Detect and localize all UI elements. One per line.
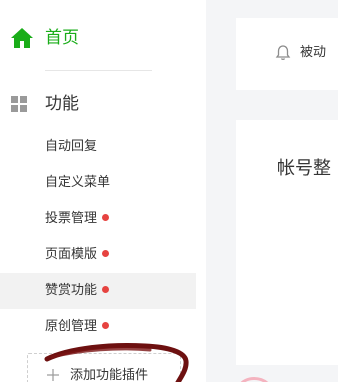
sidebar-item-label: 原创管理 <box>45 319 98 334</box>
sidebar-item-label-wrap: 页面模版 <box>45 246 110 264</box>
home-icon <box>11 28 33 48</box>
sidebar-divider <box>45 70 152 71</box>
sidebar-item-label: 自定义菜单 <box>45 175 111 190</box>
notice-text: 被动 <box>300 45 327 60</box>
new-badge-dot <box>102 322 110 329</box>
grid-icon <box>11 96 27 112</box>
new-badge-dot <box>102 250 110 257</box>
decorative-arc <box>240 377 269 382</box>
sidebar-item-label: 自动回复 <box>45 139 98 154</box>
new-badge-dot <box>102 214 110 221</box>
sidebar-item-appreciation[interactable]: 赞赏功能 <box>0 273 196 309</box>
sidebar-item-vote-management[interactable]: 投票管理 <box>0 201 196 237</box>
sidebar-item-auto-reply[interactable]: 自动回复 <box>0 129 196 165</box>
main-card-title: 帐号整 <box>277 158 331 179</box>
sidebar-item-label-wrap: 投票管理 <box>45 210 110 228</box>
sidebar-item-original-management[interactable]: 原创管理 <box>0 309 196 345</box>
sidebar-item-label-wrap: 赞赏功能 <box>45 282 110 300</box>
sidebar: 首页 功能 自动回复 自定义菜单 投票管理 页面模版 赞赏功能 原创管理 添加功… <box>0 0 206 382</box>
sidebar-section-features: 功能 <box>0 90 206 118</box>
sidebar-item-label-wrap: 原创管理 <box>45 318 110 336</box>
sidebar-item-label: 页面模版 <box>45 247 98 262</box>
add-plugin-label: 添加功能插件 <box>70 368 149 382</box>
new-badge-dot <box>102 286 110 293</box>
sidebar-item-home[interactable]: 首页 <box>0 20 206 56</box>
bell-icon <box>275 45 291 60</box>
plus-icon <box>47 369 59 381</box>
sidebar-item-label: 首页 <box>45 28 79 48</box>
sidebar-item-label: 投票管理 <box>45 211 98 226</box>
sidebar-item-page-template[interactable]: 页面模版 <box>0 237 196 273</box>
add-plugin-button[interactable]: 添加功能插件 <box>27 353 181 382</box>
sidebar-section-label: 功能 <box>45 94 79 114</box>
sidebar-item-custom-menu[interactable]: 自定义菜单 <box>0 165 196 201</box>
sidebar-item-label: 赞赏功能 <box>45 283 98 298</box>
main-card: 帐号整 <box>236 120 338 365</box>
notice-card[interactable]: 被动 <box>236 18 338 90</box>
